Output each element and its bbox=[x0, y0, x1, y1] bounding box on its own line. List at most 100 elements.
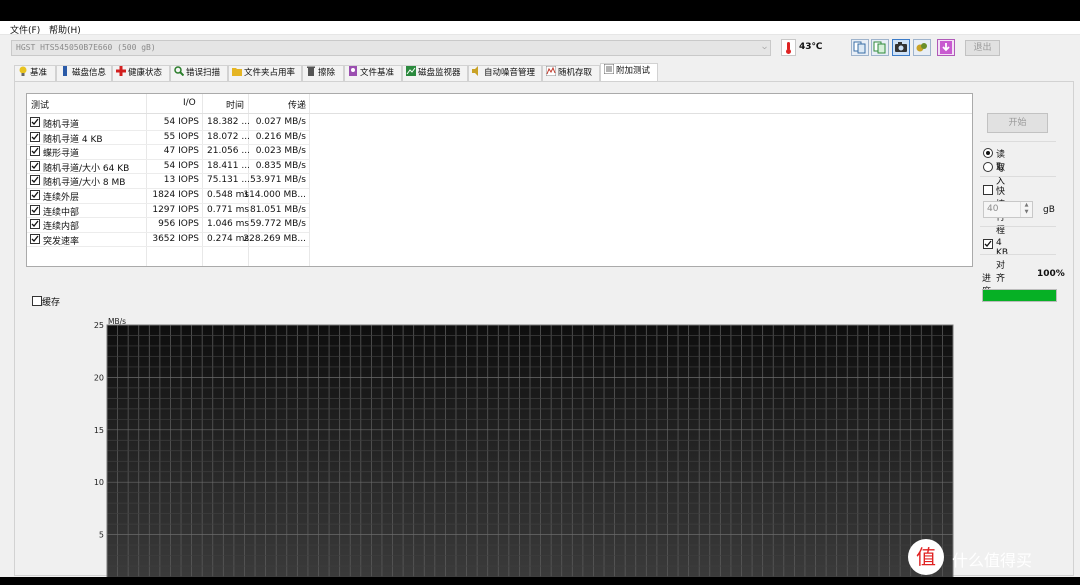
progress-bar bbox=[982, 289, 1057, 302]
cell-time: 0.771 ms bbox=[207, 204, 250, 215]
tab-noise-management[interactable]: 自动噪音管理 bbox=[468, 65, 542, 81]
watermark-text: 什么值得买 bbox=[952, 551, 1033, 570]
header-time[interactable]: 时间 bbox=[226, 98, 244, 111]
tab-label: 随机存取 bbox=[558, 68, 593, 78]
table-row[interactable]: 蝶形寻道 47 IOPS 21.056 ... 0.023 MB/s bbox=[27, 144, 972, 159]
health-cross-icon bbox=[116, 66, 126, 76]
copy-icon bbox=[853, 41, 866, 54]
cell-time: 21.056 ... bbox=[207, 146, 250, 157]
tools-icon bbox=[916, 43, 927, 52]
table-row[interactable]: 随机寻道 4 KB 55 IOPS 18.072 ... 0.216 MB/s bbox=[27, 130, 972, 145]
watermark-logo-char: 值 bbox=[916, 545, 936, 569]
table-row[interactable]: 连续外层 1824 IOPS 0.548 ms 114.000 MB... bbox=[27, 188, 972, 203]
cell-time: 18.072 ... bbox=[207, 131, 250, 142]
header-test[interactable]: 测试 bbox=[31, 98, 49, 111]
cell-transfer: 53.971 MB/s bbox=[249, 175, 306, 186]
cell-io: 13 IOPS bbox=[163, 175, 199, 186]
row-checkbox[interactable] bbox=[30, 175, 40, 186]
row-checkbox[interactable] bbox=[30, 131, 40, 142]
tab-health[interactable]: 健康状态 bbox=[112, 65, 170, 81]
header-transfer[interactable]: 传递 bbox=[288, 98, 306, 111]
header-io[interactable]: I/O bbox=[183, 98, 196, 108]
cache-checkbox[interactable] bbox=[32, 296, 42, 306]
options-button[interactable] bbox=[913, 39, 931, 56]
table-row[interactable]: 随机寻道 54 IOPS 18.382 ... 0.027 MB/s bbox=[27, 115, 972, 130]
table-row[interactable]: 连续内部 956 IOPS 1.046 ms 59.772 MB/s bbox=[27, 217, 972, 232]
align-4kb-checkbox[interactable] bbox=[983, 239, 993, 249]
cell-io: 3652 IOPS bbox=[152, 233, 199, 244]
tab-file-benchmark[interactable]: 文件基准 bbox=[344, 65, 402, 81]
cell-test: 连续内部 bbox=[43, 222, 80, 233]
cell-io: 54 IOPS bbox=[163, 117, 199, 127]
temperature-value: 43℃ bbox=[799, 42, 823, 52]
thermometer-icon bbox=[781, 39, 796, 56]
tab-erase[interactable]: 擦除 bbox=[302, 65, 344, 81]
tab-disk-monitor[interactable]: 磁盘监视器 bbox=[402, 65, 468, 81]
tab-random-access[interactable]: 随机存取 bbox=[542, 65, 600, 81]
tab-label: 文件夹占用率 bbox=[244, 68, 296, 78]
cell-transfer: 59.772 MB/s bbox=[249, 219, 306, 230]
app-window: 文件(F) 帮助(H) HGST HTS545050B7E660 (500 gB… bbox=[0, 21, 1080, 577]
separator bbox=[980, 176, 1056, 177]
cell-test: 蝶形寻道 bbox=[43, 149, 80, 160]
cell-test: 随机寻道 bbox=[43, 120, 80, 130]
row-checkbox[interactable] bbox=[30, 233, 40, 244]
menu-help[interactable]: 帮助(H) bbox=[49, 23, 81, 36]
size-stepper[interactable]: ▲ ▼ bbox=[1020, 202, 1032, 217]
cell-transfer: 228.269 MB... bbox=[243, 233, 306, 244]
row-checkbox[interactable] bbox=[30, 117, 40, 127]
tab-folder-usage[interactable]: 文件夹占用率 bbox=[228, 65, 302, 81]
table-row[interactable]: 突发速率 3652 IOPS 0.274 ms 228.269 MB... bbox=[27, 232, 972, 247]
row-checkbox[interactable] bbox=[30, 219, 40, 230]
radio-dot bbox=[986, 151, 990, 155]
tab-benchmark[interactable]: 基准 bbox=[14, 65, 56, 81]
cell-io: 1297 IOPS bbox=[152, 204, 199, 215]
row-checkbox[interactable] bbox=[30, 160, 40, 171]
tab-label: 健康状态 bbox=[128, 68, 163, 78]
cell-test: 随机寻道/大小 8 MB bbox=[43, 178, 126, 189]
start-button[interactable]: 开始 bbox=[987, 113, 1048, 133]
quick-stroke-checkbox[interactable] bbox=[983, 185, 993, 195]
read-radio[interactable] bbox=[983, 148, 993, 158]
table-row[interactable]: 连续中部 1297 IOPS 0.771 ms 81.051 MB/s bbox=[27, 203, 972, 218]
size-input[interactable]: 40 ▲ ▼ bbox=[983, 201, 1033, 218]
tab-extra-tests[interactable]: 附加测试 bbox=[600, 63, 658, 81]
tab-label: 基准 bbox=[30, 68, 48, 78]
write-radio[interactable] bbox=[983, 162, 993, 172]
cell-time: 18.411 ... bbox=[207, 160, 250, 171]
cell-test: 连续外层 bbox=[43, 193, 80, 203]
tab-label: 文件基准 bbox=[360, 68, 395, 78]
trash-icon bbox=[306, 66, 316, 76]
save-button[interactable] bbox=[937, 39, 955, 56]
copy-info-button[interactable] bbox=[851, 39, 869, 56]
exit-button[interactable]: 退出 bbox=[965, 40, 1000, 56]
cell-test: 连续中部 bbox=[43, 207, 80, 218]
screenshot-button[interactable] bbox=[892, 39, 910, 56]
cell-io: 1824 IOPS bbox=[152, 190, 199, 200]
table-row[interactable]: 随机寻道/大小 64 KB 54 IOPS 18.411 ... 0.835 MB/s bbox=[27, 159, 972, 174]
row-checkbox[interactable] bbox=[30, 190, 40, 200]
separator bbox=[980, 141, 1056, 142]
cell-transfer: 0.023 MB/s bbox=[255, 146, 306, 157]
tab-disk-info[interactable]: 磁盘信息 bbox=[56, 65, 112, 81]
progress-value: 100% bbox=[1037, 269, 1065, 279]
table-row[interactable]: 随机寻道/大小 8 MB 13 IOPS 75.131 ... 53.971 MB/s bbox=[27, 173, 972, 188]
y-tick-label: 20 bbox=[94, 373, 104, 382]
menu-file[interactable]: 文件(F) bbox=[10, 23, 40, 36]
progress-fill bbox=[983, 290, 1056, 301]
separator bbox=[980, 254, 1056, 255]
tab-error-scan[interactable]: 错误扫描 bbox=[170, 65, 228, 81]
file-bench-icon bbox=[348, 66, 358, 76]
row-checkbox[interactable] bbox=[30, 204, 40, 215]
camera-icon bbox=[895, 42, 907, 52]
watermark-logo: 值 bbox=[908, 539, 944, 575]
row-checkbox[interactable] bbox=[30, 146, 40, 157]
drive-select[interactable]: HGST HTS545050B7E660 (500 gB) ⌵ bbox=[11, 40, 771, 56]
download-arrow-icon bbox=[940, 41, 952, 54]
chevron-down-icon: ⌵ bbox=[762, 42, 767, 51]
copy-all-button[interactable] bbox=[871, 39, 889, 56]
cache-label: 缓存 bbox=[42, 298, 61, 308]
copy-all-icon bbox=[873, 41, 886, 54]
results-table: 测试 I/O 时间 传递 随机寻道 54 IOPS 18.382 ... 0.027 … bbox=[26, 93, 973, 267]
menu-bar: 文件(F) 帮助(H) bbox=[0, 21, 1080, 36]
